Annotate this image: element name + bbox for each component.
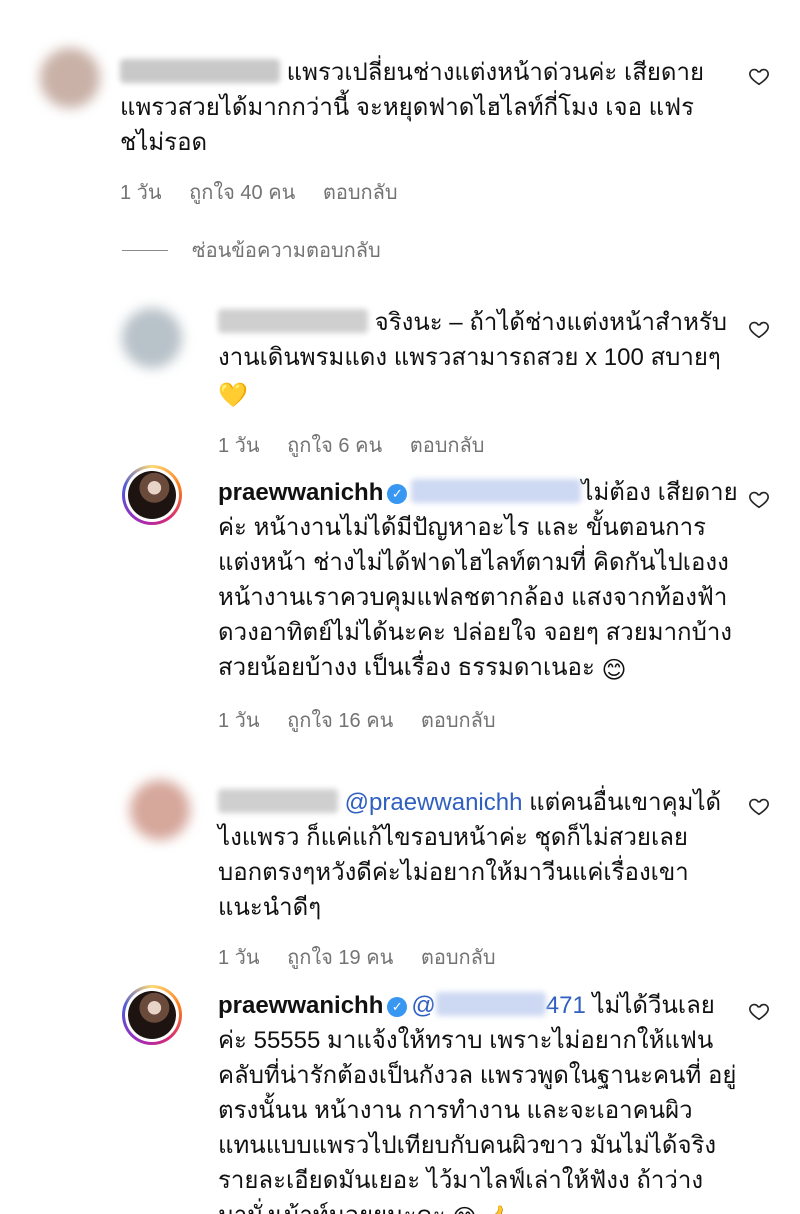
avatar[interactable]: [122, 465, 182, 525]
mention-link[interactable]: @praewwanichh: [345, 789, 523, 816]
comment-text: praewwanichh ✓ ไม่ต้อง เสียดายค่ะ หน้างานไ…: [218, 475, 738, 688]
hide-replies-toggle[interactable]: ซ่อนข้อความตอบกลับ: [122, 234, 381, 266]
username[interactable]: praewwanichh: [218, 992, 383, 1019]
reply-button[interactable]: ตอบกลับ: [421, 947, 496, 969]
blurred-username[interactable]: [218, 309, 368, 333]
avatar[interactable]: [130, 780, 190, 840]
emoji: 😊 👍: [452, 1201, 514, 1214]
comment-text: @praewwanichh แต่คนอื่นเขาคุมได้ ไงแพรว …: [218, 789, 722, 921]
smile-emoji: 😊: [601, 657, 627, 684]
blurred-username[interactable]: [218, 789, 338, 813]
hide-replies-label: ซ่อนข้อความตอบกลับ: [192, 240, 381, 262]
reply-button[interactable]: ตอบกลับ: [410, 435, 485, 457]
reply-button[interactable]: ตอบกลับ: [421, 710, 496, 732]
likes-count[interactable]: ถูกใจ 19 คน: [287, 947, 393, 969]
avatar[interactable]: [122, 985, 182, 1045]
comment-time: 1 วัน: [218, 435, 260, 457]
blurred-mention[interactable]: [411, 479, 582, 503]
comment-text: praewwanichh ✓ @471 ไม่ได้วีนเลยค่ะ 55555 …: [218, 988, 738, 1214]
mention-tail[interactable]: 471: [546, 992, 586, 1019]
heart-icon[interactable]: [748, 318, 770, 340]
comment-text: แพรวเปลี่ยนช่างแต่งหน้าด่วนค่ะ เสียดาย แ…: [120, 59, 705, 156]
comment-meta: 1 วัน ถูกใจ 40 คน ตอบกลับ: [120, 176, 720, 208]
comment-meta: 1 วัน ถูกใจ 6 คน ตอบกลับ: [218, 429, 738, 461]
avatar[interactable]: [122, 308, 182, 368]
likes-count[interactable]: ถูกใจ 6 คน: [287, 435, 382, 457]
comment-meta: 1 วัน ถูกใจ 16 คน ตอบกลับ: [218, 704, 738, 736]
divider: [122, 249, 168, 251]
likes-count[interactable]: ถูกใจ 16 คน: [287, 710, 393, 732]
likes-count[interactable]: ถูกใจ 40 คน: [189, 182, 295, 204]
blurred-mention[interactable]: [435, 992, 546, 1016]
heart-icon[interactable]: [748, 65, 770, 87]
verified-badge-icon: ✓: [387, 997, 408, 1017]
avatar[interactable]: [40, 48, 100, 108]
username[interactable]: praewwanichh: [218, 479, 383, 506]
heart-icon[interactable]: [748, 1000, 770, 1022]
comments-page: แพรวเปลี่ยนช่างแต่งหน้าด่วนค่ะ เสียดาย แ…: [0, 0, 800, 1214]
heart-emoji: 💛: [218, 382, 248, 409]
profile-photo: [128, 991, 176, 1039]
comment-time: 1 วัน: [218, 947, 260, 969]
comment-time: 1 วัน: [218, 710, 260, 732]
comment-text: จริงนะ – ถ้าได้ช่างแต่งหน้าสำหรับ งานเดิ…: [218, 305, 738, 413]
heart-icon[interactable]: [748, 795, 770, 817]
mention-start[interactable]: @: [411, 992, 435, 1019]
profile-photo: [128, 471, 176, 519]
heart-icon[interactable]: [748, 488, 770, 510]
verified-badge-icon: ✓: [387, 484, 408, 504]
comment-meta: 1 วัน ถูกใจ 19 คน ตอบกลับ: [218, 941, 738, 973]
comment-time: 1 วัน: [120, 182, 162, 204]
reply-button[interactable]: ตอบกลับ: [323, 182, 398, 204]
blurred-username[interactable]: [120, 59, 280, 83]
